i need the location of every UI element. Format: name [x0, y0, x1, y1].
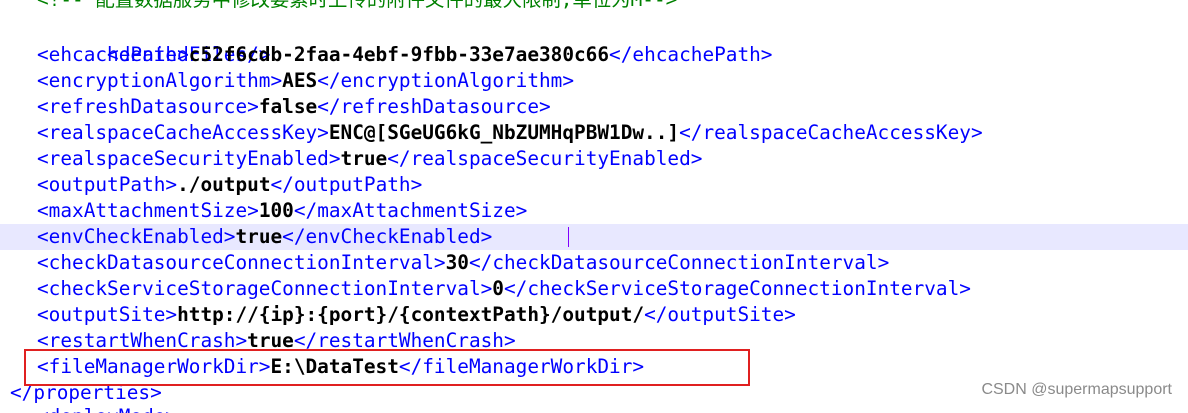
code-line: <outputPath>./output</outputPath>	[0, 172, 1188, 198]
code-line-partial: <deployMode>	[0, 404, 1188, 413]
element-value: ENC@[SGeUG6kG_NbZUMHqPBW1Dw..]	[328, 121, 680, 144]
partial-tag: <deployMode>	[37, 404, 177, 413]
code-line: <encryptionAlgorithm>AES</encryptionAlgo…	[0, 68, 1188, 94]
close-tag: </envCheckEnabled>	[282, 225, 493, 248]
watermark-text: CSDN @supermapsupport	[981, 381, 1172, 398]
xml-editor[interactable]: <!-- 配置数据服务中修改要素时上传的附件文件的最大限制,单位为M--> <d…	[0, 0, 1188, 413]
text-caret	[568, 227, 569, 247]
close-tag: </maxAttachmentSize>	[293, 199, 528, 222]
code-line: <realspaceCacheAccessKey>ENC@[SGeUG6kG_N…	[0, 120, 1188, 146]
close-tag: </checkDatasourceConnectionInterval>	[468, 251, 890, 274]
code-line: <maxAttachmentSize>100</maxAttachmentSiz…	[0, 198, 1188, 224]
close-tag: </ehcachePath>	[609, 43, 773, 66]
close-tag: </checkServiceStorageConnectionInterval>	[503, 277, 971, 300]
element-value: true	[235, 225, 283, 248]
open-tag: <realspaceSecurityEnabled>	[37, 147, 341, 170]
open-tag: <envCheckEnabled>	[37, 225, 236, 248]
open-tag: <ehcachePath>	[37, 43, 189, 66]
close-tag: </refreshDatasource>	[317, 95, 551, 118]
comment-line: <!-- 配置数据服务中修改要素时上传的附件文件的最大限制,单位为M-->	[0, 0, 1188, 13]
close-tag: </realspaceCacheAccessKey>	[679, 121, 983, 144]
element-value: 30	[445, 251, 469, 274]
element-value: ./output	[177, 173, 271, 196]
code-line: <checkDatasourceConnectionInterval>30</c…	[0, 250, 1188, 276]
open-tag: <refreshDatasource>	[37, 95, 259, 118]
code-line: <refreshDatasource>false</refreshDatasou…	[0, 94, 1188, 120]
open-tag: <maxAttachmentSize>	[37, 199, 259, 222]
open-tag: <encryptionAlgorithm>	[37, 69, 283, 92]
close-tag: </outputPath>	[270, 173, 423, 196]
open-tag: <outputSite>	[37, 303, 178, 326]
element-value: 0	[492, 277, 504, 300]
close-tag: </outputSite>	[644, 303, 796, 326]
red-highlight-box	[24, 349, 750, 386]
close-tag: </realspaceSecurityEnabled>	[387, 147, 703, 170]
element-value: c52f6cdb-2faa-4ebf-9fbb-33e7ae380c66	[188, 43, 610, 66]
code-line: <ehcachePath>c52f6cdb-2faa-4ebf-9fbb-33e…	[0, 42, 1188, 68]
element-value: true	[340, 147, 388, 170]
element-value: 100	[258, 199, 294, 222]
close-tag: </encryptionAlgorithm>	[317, 69, 575, 92]
current-line[interactable]: <envCheckEnabled>true</envCheckEnabled>	[0, 224, 1188, 250]
element-value: http://{ip}:{port}/{contextPath}/output/	[177, 303, 645, 326]
code-line: <outputSite>http://{ip}:{port}/{contextP…	[0, 302, 1188, 328]
open-tag: <realspaceCacheAccessKey>	[37, 121, 329, 144]
code-line: <realspaceSecurityEnabled>true</realspac…	[0, 146, 1188, 172]
code-line: <checkServiceStorageConnectionInterval>0…	[0, 276, 1188, 302]
open-tag: <outputPath>	[37, 173, 178, 196]
xml-comment: <!-- 配置数据服务中修改要素时上传的附件文件的最大限制,单位为M-->	[37, 0, 677, 13]
element-value: false	[258, 95, 318, 118]
code-line: <deniedFiles/>	[0, 16, 1188, 66]
open-tag: <checkDatasourceConnectionInterval>	[37, 251, 446, 274]
element-value: AES	[282, 69, 318, 92]
open-tag: <checkServiceStorageConnectionInterval>	[37, 277, 493, 300]
